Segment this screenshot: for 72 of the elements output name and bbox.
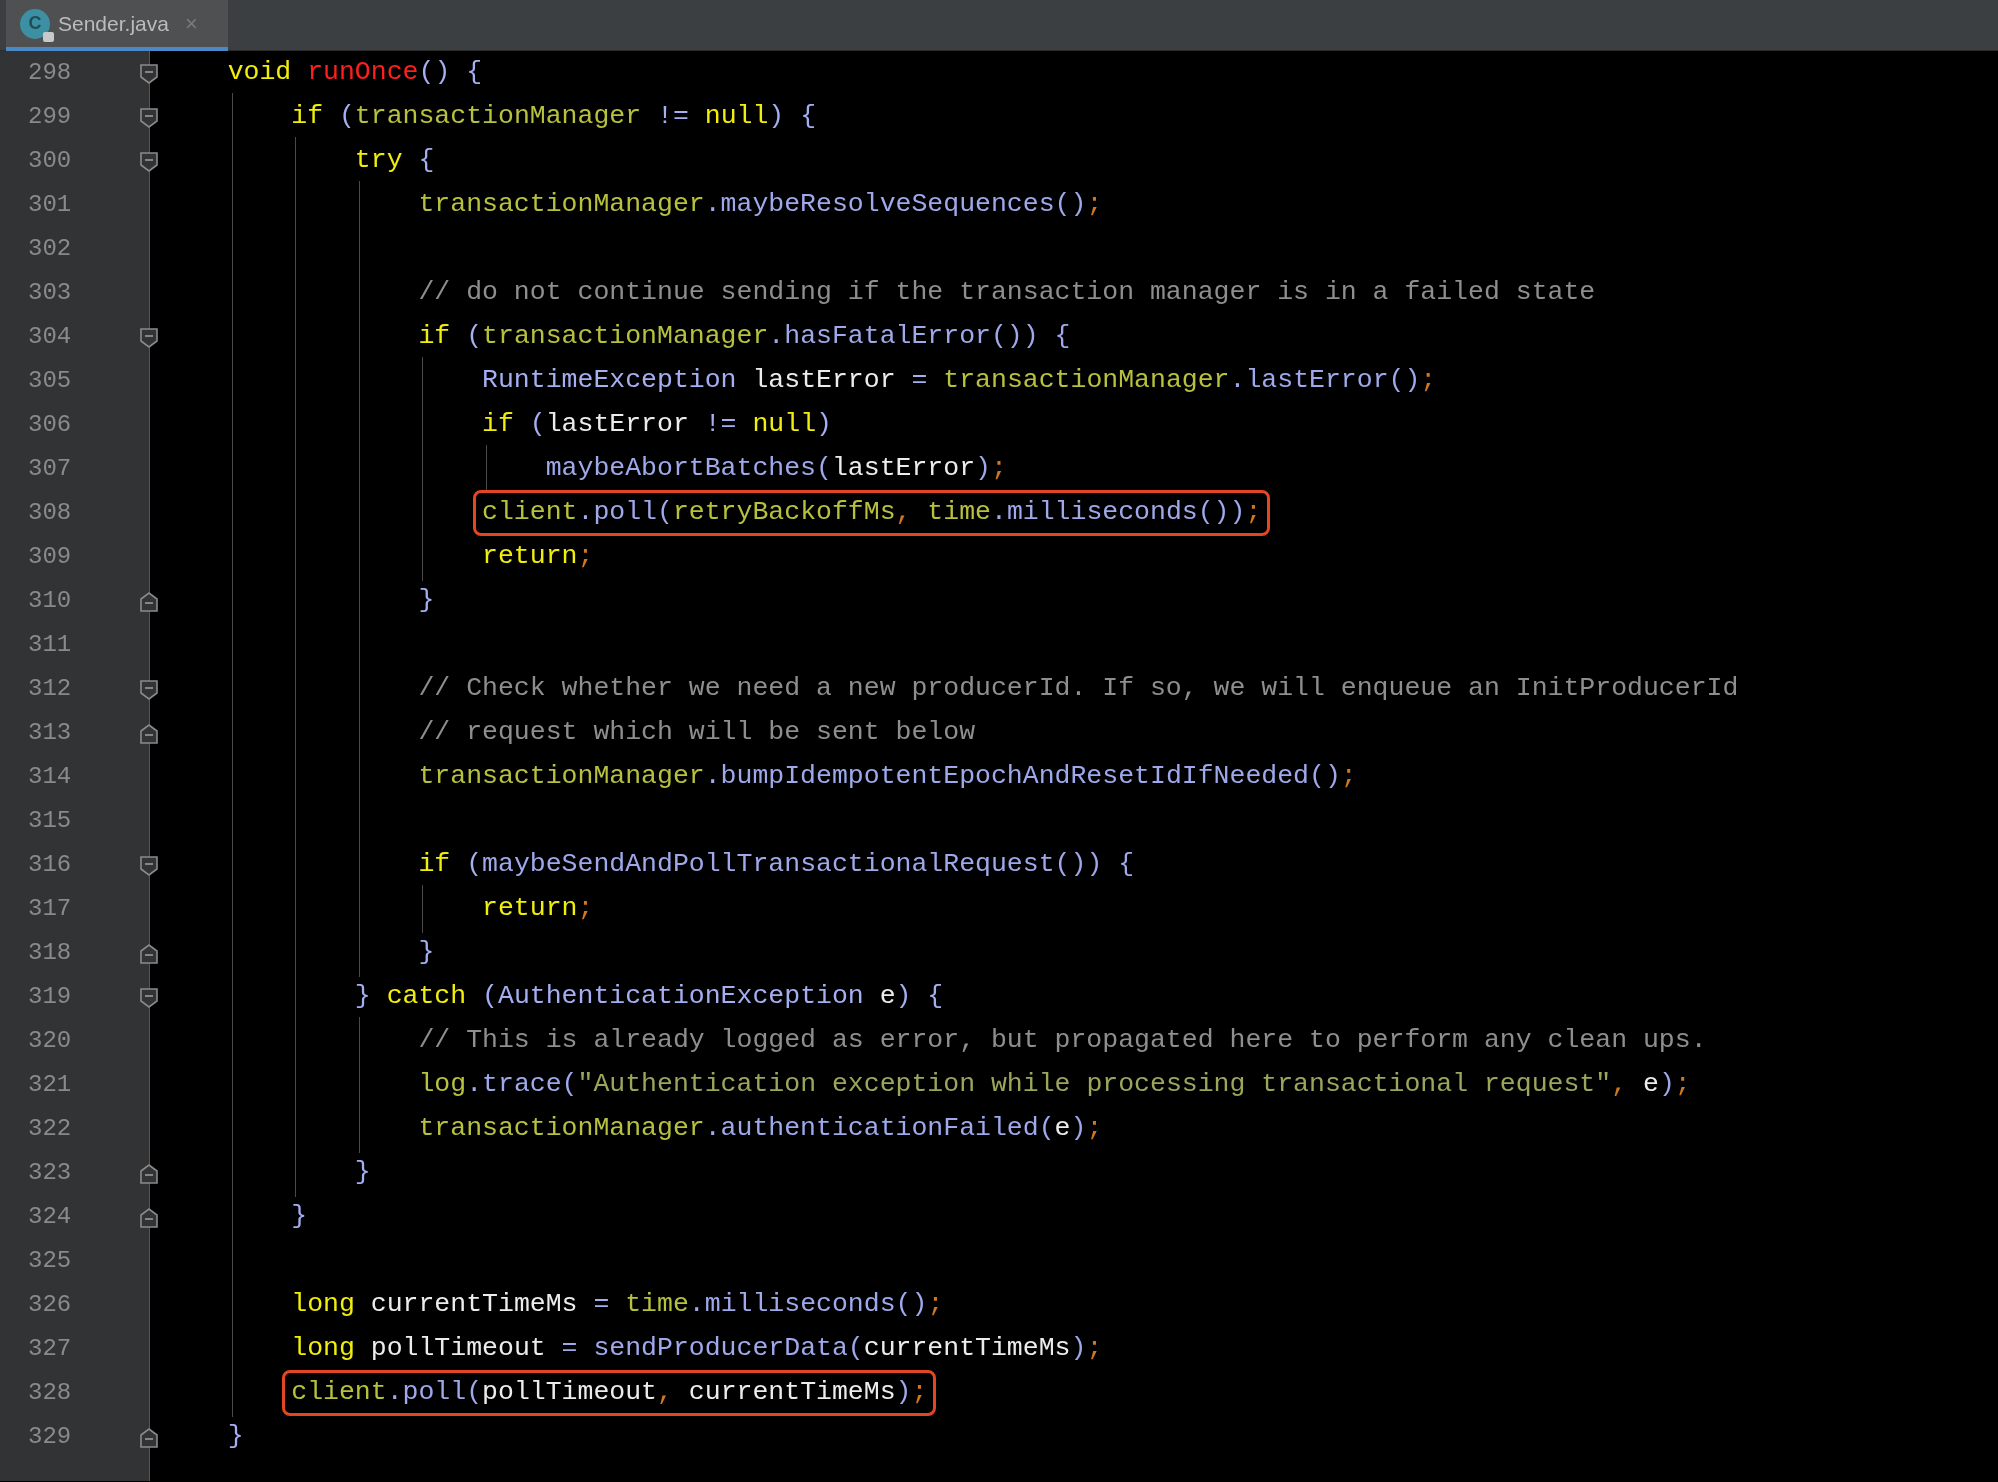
code-line: transactionManager.bumpIdempotentEpochAndResetIdIfNeeded();: [417, 760, 1358, 794]
line-number: 324: [28, 1202, 72, 1232]
line-number: 298: [28, 58, 72, 88]
file-tab[interactable]: C Sender.java ×: [6, 0, 228, 51]
line-number: 306: [28, 410, 72, 440]
line-number: 311: [28, 630, 72, 660]
line-number: 328: [28, 1378, 72, 1408]
fold-marker-icon[interactable]: [139, 679, 159, 701]
line-number: 321: [28, 1070, 72, 1100]
code-line: }: [417, 936, 436, 970]
fold-marker-icon[interactable]: [139, 591, 159, 613]
line-number: 302: [28, 234, 72, 264]
line-number: 312: [28, 674, 72, 704]
line-number: 299: [28, 102, 72, 132]
line-number: 325: [28, 1246, 72, 1276]
code-comment: // request which will be sent below: [417, 716, 977, 750]
line-number: 319: [28, 982, 72, 1012]
line-number: 305: [28, 366, 72, 396]
code-line: if (lastError != null): [481, 408, 833, 442]
line-number: 316: [28, 850, 72, 880]
code-line: }: [290, 1200, 309, 1234]
line-number: 300: [28, 146, 72, 176]
fold-marker-icon[interactable]: [139, 327, 159, 349]
code-line: } catch (AuthenticationException e) {: [353, 980, 945, 1014]
line-number: 313: [28, 718, 72, 748]
fold-marker-icon[interactable]: [139, 987, 159, 1009]
fold-marker-icon[interactable]: [139, 1207, 159, 1229]
code-line: return;: [481, 540, 595, 574]
line-number: 323: [28, 1158, 72, 1188]
line-number: 320: [28, 1026, 72, 1056]
fold-marker-icon[interactable]: [139, 855, 159, 877]
code-line: try {: [353, 144, 436, 178]
code-line: transactionManager.maybeResolveSequences();: [417, 188, 1104, 222]
line-number: 329: [28, 1422, 72, 1452]
line-number: 318: [28, 938, 72, 968]
line-number: 308: [28, 498, 72, 528]
code-line: void runOnce() {: [226, 56, 484, 90]
code-line: }: [226, 1420, 245, 1454]
fold-marker-icon[interactable]: [139, 151, 159, 173]
line-number: 315: [28, 806, 72, 836]
line-number: 303: [28, 278, 72, 308]
code-line: }: [417, 584, 436, 618]
line-number: 310: [28, 586, 72, 616]
fold-marker-icon[interactable]: [139, 1427, 159, 1449]
fold-marker-icon[interactable]: [139, 1163, 159, 1185]
code-line: log.trace("Authentication exception while processing transactional request", e);: [417, 1068, 1692, 1102]
fold-marker-icon[interactable]: [139, 107, 159, 129]
code-comment: // do not continue sending if the transaction manager is in a failed state: [417, 276, 1597, 310]
line-number: 309: [28, 542, 72, 572]
code-line: return;: [481, 892, 595, 926]
line-number: 326: [28, 1290, 72, 1320]
fold-marker-icon[interactable]: [139, 723, 159, 745]
code-line: transactionManager.authenticationFailed(e);: [417, 1112, 1104, 1146]
line-number: 301: [28, 190, 72, 220]
code-line: maybeAbortBatches(lastError);: [544, 452, 1008, 486]
fold-marker-icon[interactable]: [139, 63, 159, 85]
code-comment: // This is already logged as error, but propagated here to perform any clean ups.: [417, 1024, 1708, 1058]
line-number: 314: [28, 762, 72, 792]
code-line: if (maybeSendAndPollTransactionalRequest()) {: [417, 848, 1136, 882]
line-number: 322: [28, 1114, 72, 1144]
code-comment: // Check whether we need a new producerId. If so, we will enqueue an InitProducerId: [417, 672, 1740, 706]
code-line: if (transactionManager.hasFatalError()) {: [417, 320, 1072, 354]
fold-marker-icon[interactable]: [139, 943, 159, 965]
code-line: }: [353, 1156, 372, 1190]
code-line: if (transactionManager != null) {: [290, 100, 818, 134]
line-number: 307: [28, 454, 72, 484]
code-line: long currentTimeMs = time.milliseconds();: [290, 1288, 945, 1322]
line-number: 317: [28, 894, 72, 924]
code-line: RuntimeException lastError = transactionManager.lastError();: [481, 364, 1438, 398]
line-number: 327: [28, 1334, 72, 1364]
code-line: long pollTimeout = sendProducerData(currentTimeMs);: [290, 1332, 1104, 1366]
line-number: 304: [28, 322, 72, 352]
